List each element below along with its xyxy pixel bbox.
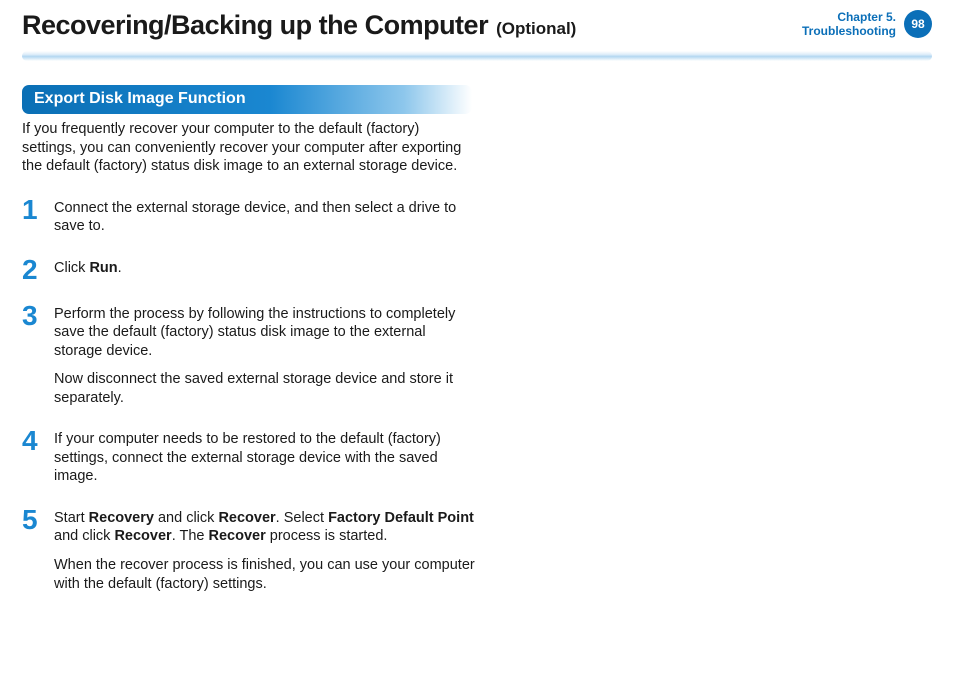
step-body: Perform the process by following the ins…	[54, 304, 477, 408]
bold-run: Recovery	[89, 510, 154, 526]
page-number-badge: 98	[904, 10, 932, 38]
step-text: When the recover process is finished, yo…	[54, 556, 477, 593]
step-3: 3 Perform the process by following the i…	[22, 304, 477, 408]
steps-list: 1 Connect the external storage device, a…	[22, 198, 477, 593]
text-run: and click	[54, 528, 114, 544]
step-number: 1	[22, 198, 42, 236]
bold-run: Factory Default Point	[328, 510, 474, 526]
step-body: If your computer needs to be restored to…	[54, 429, 477, 486]
step-text: Perform the process by following the ins…	[54, 305, 477, 361]
step-body: Click Run.	[54, 258, 122, 282]
step-text: Connect the external storage device, and…	[54, 199, 477, 236]
text-run: Start	[54, 510, 89, 526]
text-run: process is started.	[266, 528, 388, 544]
bold-run: Recover	[114, 528, 171, 544]
step-body: Connect the external storage device, and…	[54, 198, 477, 236]
title-suffix: (Optional)	[496, 19, 576, 39]
step-number: 4	[22, 429, 42, 486]
chapter-line-1: Chapter 5.	[802, 10, 896, 24]
chapter-block: Chapter 5. Troubleshooting 98	[802, 10, 932, 39]
header-divider	[22, 51, 932, 61]
page-header: Recovering/Backing up the Computer (Opti…	[22, 10, 932, 41]
document-page: Recovering/Backing up the Computer (Opti…	[0, 0, 954, 593]
step-number: 5	[22, 508, 42, 593]
section-intro: If you frequently recover your computer …	[22, 120, 477, 176]
step-5: 5 Start Recovery and click Recover. Sele…	[22, 508, 477, 593]
step-text: Click Run.	[54, 259, 122, 278]
step-2: 2 Click Run.	[22, 258, 477, 282]
step-number: 2	[22, 258, 42, 282]
step-1: 1 Connect the external storage device, a…	[22, 198, 477, 236]
bold-run: Recover	[209, 528, 266, 544]
chapter-label: Chapter 5. Troubleshooting	[802, 10, 896, 39]
bold-run: Run	[89, 260, 117, 276]
chapter-line-2: Troubleshooting	[802, 24, 896, 38]
section-heading: Export Disk Image Function	[22, 85, 472, 114]
title-group: Recovering/Backing up the Computer (Opti…	[22, 10, 576, 41]
step-text: Start Recovery and click Recover. Select…	[54, 509, 477, 546]
text-run: and click	[154, 510, 218, 526]
step-body: Start Recovery and click Recover. Select…	[54, 508, 477, 593]
step-number: 3	[22, 304, 42, 408]
text-run: . The	[172, 528, 209, 544]
text-run: . Select	[276, 510, 328, 526]
step-4: 4 If your computer needs to be restored …	[22, 429, 477, 486]
bold-run: Recover	[218, 510, 275, 526]
text-run: Click	[54, 260, 89, 276]
page-title: Recovering/Backing up the Computer	[22, 10, 488, 41]
step-text: If your computer needs to be restored to…	[54, 430, 477, 486]
text-run: .	[118, 260, 122, 276]
step-text: Now disconnect the saved external storag…	[54, 370, 477, 407]
content-column: Export Disk Image Function If you freque…	[22, 85, 477, 593]
